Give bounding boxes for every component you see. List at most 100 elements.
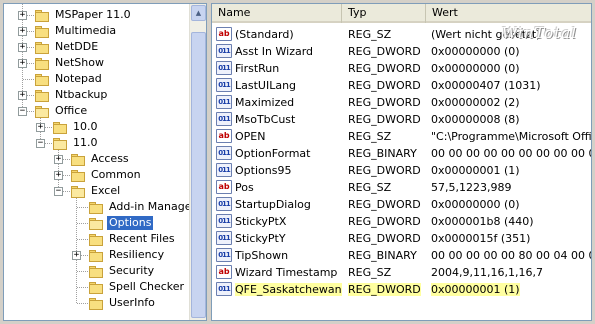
tree-connector — [77, 207, 88, 208]
scrollbar-thumb[interactable] — [191, 32, 206, 318]
tree-item[interactable]: NetShow — [34, 55, 106, 71]
key-tree-pane[interactable]: MSPaper 11.0 + Multimedia + NetDDE + NetShow + N… — [3, 3, 207, 321]
tree-item[interactable]: 11.0 — [52, 135, 100, 151]
expand-plus-icon[interactable]: + — [54, 171, 63, 180]
tree-item[interactable]: UserInfo — [88, 295, 157, 311]
value-type: REG_BINARY — [348, 147, 417, 160]
value-row[interactable]: 011 StartupDialog REG_DWORD 0x00000000 (0) — [212, 196, 591, 213]
value-row[interactable]: 011 QFE_Saskatchewan REG_DWORD 0x00000001 (… — [212, 281, 591, 298]
tree-item[interactable]: Notepad — [34, 71, 104, 87]
tree-item-label: NetDDE — [55, 40, 99, 53]
value-data: 0x000001b8 (440) — [431, 215, 534, 228]
value-row[interactable]: 011 StickyPtX REG_DWORD 0x000001b8 (440) — [212, 213, 591, 230]
expand-plus-icon[interactable]: + — [18, 59, 27, 68]
collapse-minus-icon[interactable]: − — [18, 107, 27, 116]
expand-plus-icon[interactable]: + — [36, 123, 45, 132]
tree-item[interactable]: Security — [88, 263, 156, 279]
value-data: 0x00000000 (0) — [431, 62, 520, 75]
tree-item[interactable]: Options — [88, 215, 154, 231]
expand-plus-icon[interactable]: + — [18, 91, 27, 100]
collapse-minus-icon[interactable]: − — [54, 187, 63, 196]
value-row[interactable]: 011 StickyPtY REG_DWORD 0x0000015f (351) — [212, 230, 591, 247]
value-name: Pos — [235, 181, 254, 194]
tree-connector — [77, 271, 88, 272]
value-type: REG_DWORD — [348, 79, 421, 92]
tree-item[interactable]: Resiliency — [88, 247, 166, 263]
folder-icon — [88, 249, 104, 262]
tree-item[interactable]: Excel — [70, 183, 122, 199]
column-header-name[interactable]: Name — [212, 4, 342, 23]
tree-item-label: Options — [107, 216, 154, 230]
value-type: REG_DWORD — [348, 283, 421, 296]
column-header-value[interactable]: Wert — [426, 4, 591, 23]
expand-plus-icon[interactable]: + — [18, 43, 27, 52]
value-row[interactable]: 011 TipShown REG_BINARY 00 00 00 00 00 80 0… — [212, 247, 591, 264]
value-name: StickyPtY — [235, 232, 286, 245]
tree-item[interactable]: Common — [70, 167, 143, 183]
value-row[interactable]: 011 Asst In Wizard REG_DWORD 0x00000000 (0) — [212, 43, 591, 60]
tree-connector — [76, 191, 77, 303]
folder-icon — [88, 201, 104, 214]
value-row[interactable]: 011 OptionFormat REG_BINARY 00 00 00 00 00 … — [212, 145, 591, 162]
tree-item[interactable]: NetDDE — [34, 39, 100, 55]
value-row[interactable]: 011 Maximized REG_DWORD 0x00000002 (2) — [212, 94, 591, 111]
value-row[interactable]: 011 MsoTbCust REG_DWORD 0x00000008 (8) — [212, 111, 591, 128]
expand-plus-icon[interactable]: + — [18, 11, 27, 20]
folder-icon — [70, 185, 86, 198]
tree-item[interactable]: Recent Files — [88, 231, 177, 247]
folder-icon — [52, 121, 68, 134]
tree-item-label: Notepad — [55, 72, 102, 85]
tree-item[interactable]: Multimedia — [34, 23, 118, 39]
expand-plus-icon[interactable]: + — [18, 27, 27, 36]
value-type: REG_SZ — [348, 266, 392, 279]
value-row[interactable]: 011 LastUILang REG_DWORD 0x00000407 (1031) — [212, 77, 591, 94]
tree-item[interactable]: Access — [70, 151, 131, 167]
tree-connector — [23, 79, 34, 80]
values-list-pane[interactable]: Name Typ Wert ab (Standard) REG_SZ (Wert ni… — [211, 3, 592, 321]
ab-string-icon: ab — [216, 180, 232, 194]
value-row[interactable]: 011 Options95 REG_DWORD 0x00000001 (1) — [212, 162, 591, 179]
column-header-bar: Name Typ Wert — [212, 4, 591, 23]
tree-item-label: Spell Checker — [109, 280, 185, 293]
value-row[interactable]: ab Pos REG_SZ 57,5,1223,989 — [212, 179, 591, 196]
collapse-minus-icon[interactable]: − — [36, 139, 45, 148]
value-name: StartupDialog — [235, 198, 311, 211]
value-row[interactable]: ab OPEN REG_SZ "C:\Programme\Microsoft Offi… — [212, 128, 591, 145]
expand-plus-icon[interactable]: + — [72, 251, 81, 260]
binary-value-icon: 011 — [216, 95, 232, 109]
value-name: MsoTbCust — [235, 113, 296, 126]
tree-item-label: 10.0 — [73, 120, 98, 133]
binary-value-icon: 011 — [216, 78, 232, 92]
value-type: REG_DWORD — [348, 164, 421, 177]
tree-item-label: Add-in Manage — [109, 200, 192, 213]
column-header-type[interactable]: Typ — [342, 4, 426, 23]
value-type: REG_DWORD — [348, 96, 421, 109]
value-name: OPEN — [235, 130, 266, 143]
value-data: 57,5,1223,989 — [431, 181, 512, 194]
value-type: REG_SZ — [348, 181, 392, 194]
tree-connector — [77, 239, 88, 240]
expand-plus-icon[interactable]: + — [54, 155, 63, 164]
value-type: REG_DWORD — [348, 215, 421, 228]
value-row[interactable]: 011 FirstRun REG_DWORD 0x00000000 (0) — [212, 60, 591, 77]
tree-connector — [77, 287, 88, 288]
binary-value-icon: 011 — [216, 44, 232, 58]
tree-item[interactable]: MSPaper 11.0 — [34, 7, 133, 23]
folder-icon — [88, 297, 104, 310]
tree-item[interactable]: 10.0 — [52, 119, 100, 135]
watermark-logo: WinTotal — [501, 24, 577, 42]
scroll-up-arrow-icon[interactable]: ▲ — [191, 5, 206, 21]
tree-item[interactable]: Ntbackup — [34, 87, 109, 103]
tree-vertical-scrollbar[interactable]: ▲ — [189, 4, 206, 320]
folder-icon — [34, 89, 50, 102]
tree-connector — [77, 223, 88, 224]
tree-item[interactable]: Office — [34, 103, 89, 119]
tree-item-label: Common — [91, 168, 141, 181]
tree-item-label: Excel — [91, 184, 121, 197]
value-row[interactable]: ab Wizard Timestamp REG_SZ 2004,9,11,16,1,1… — [212, 264, 591, 281]
tree-item[interactable]: Spell Checker — [88, 279, 186, 295]
tree-item[interactable]: Add-in Manage — [88, 199, 193, 215]
ab-string-icon: ab — [216, 27, 232, 41]
value-type: REG_SZ — [348, 28, 392, 41]
folder-icon — [34, 105, 50, 118]
